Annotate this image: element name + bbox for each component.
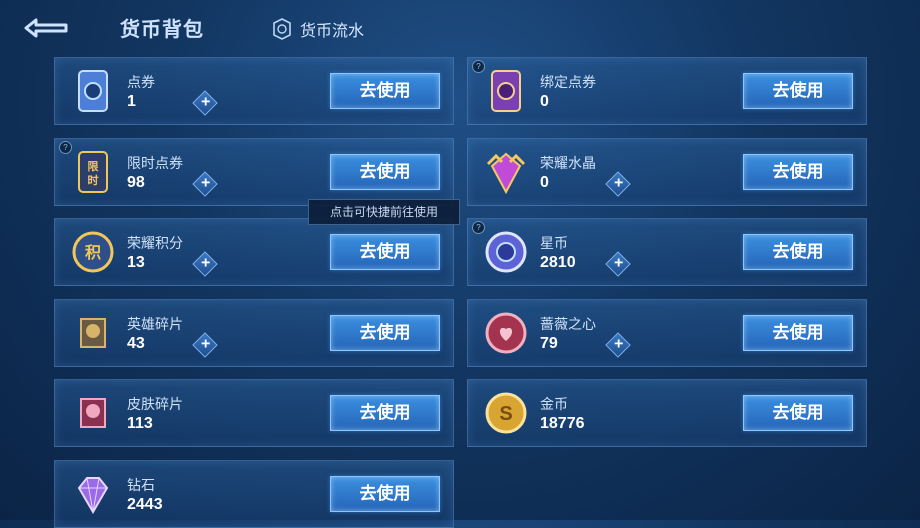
add-button[interactable]: +	[192, 170, 218, 197]
currency-card: ? 绑定点券 0 去使用	[467, 57, 867, 125]
currency-name: 英雄碎片	[127, 315, 183, 332]
currency-name: 金币	[540, 396, 568, 412]
plus-icon: +	[614, 334, 624, 352]
currency-name: 钻石	[127, 476, 155, 493]
currency-card: 钻石 2443 去使用	[54, 459, 454, 528]
plus-icon: +	[614, 173, 624, 191]
currency-card: 英雄碎片 43 + 去使用	[54, 298, 454, 367]
currency-flow-button[interactable]: 货币流水	[272, 17, 364, 41]
currency-card: 皮肤碎片 113 去使用	[54, 379, 454, 447]
currency-count: 79	[540, 334, 558, 352]
currency-card: ? 星币 2810 + 去使用	[467, 218, 867, 286]
currency-flow-label: 货币流水	[300, 23, 365, 40]
use-button[interactable]: 去使用	[743, 73, 853, 109]
currency-card: 积 荣耀积分 13 + 去使用	[54, 218, 454, 286]
currency-count: 2443	[127, 495, 163, 513]
currency-count: 13	[127, 254, 145, 271]
svg-text:限: 限	[88, 159, 99, 173]
svg-text:时: 时	[88, 173, 99, 187]
currency-name: 点券	[127, 74, 155, 90]
use-button[interactable]: 去使用	[743, 314, 853, 351]
currency-name: 蔷薇之心	[540, 315, 596, 332]
glory-crystal-icon	[480, 146, 532, 198]
currency-count: 18776	[540, 415, 585, 432]
currency-name: 荣耀积分	[127, 235, 183, 251]
gold-coin-icon: S	[480, 387, 532, 439]
glory-points-icon: 积	[67, 226, 119, 278]
plus-icon: +	[201, 334, 211, 352]
header: 货币背包 货币流水	[0, 0, 920, 56]
plus-icon: +	[614, 254, 624, 272]
limited-ticket-icon: 限时	[67, 146, 119, 198]
use-button[interactable]: 去使用	[330, 73, 440, 109]
ticket-icon	[67, 65, 119, 117]
rose-heart-icon	[480, 307, 532, 359]
skin-shard-icon	[67, 387, 119, 439]
use-button[interactable]: 去使用	[330, 475, 440, 512]
add-button[interactable]: +	[192, 90, 218, 116]
use-button[interactable]: 去使用	[330, 234, 440, 270]
flow-icon	[273, 18, 291, 40]
currency-name: 荣耀水晶	[540, 154, 596, 171]
svg-text:S: S	[499, 403, 512, 425]
currency-name: 星币	[540, 235, 568, 251]
currency-count: 1	[127, 93, 136, 110]
currency-card: S 金币 18776 去使用	[467, 379, 867, 447]
star-coin-icon	[480, 226, 532, 278]
plus-icon: +	[201, 254, 211, 272]
use-button[interactable]: 去使用	[743, 153, 853, 190]
use-button[interactable]: 去使用	[330, 153, 440, 190]
hero-shard-icon	[67, 307, 119, 359]
diamond-icon	[67, 468, 119, 520]
currency-count: 113	[127, 415, 153, 432]
use-button[interactable]: 去使用	[330, 395, 440, 431]
currency-card: 蔷薇之心 79 + 去使用	[467, 298, 867, 367]
add-button[interactable]: +	[192, 251, 218, 277]
currency-count: 43	[127, 334, 145, 352]
tooltip: 点击可快捷前往使用	[308, 199, 460, 225]
currency-card: 荣耀水晶 0 + 去使用	[467, 137, 867, 206]
currency-name: 限时点券	[127, 154, 183, 171]
currency-count: 0	[540, 173, 549, 191]
svg-text:积: 积	[85, 244, 101, 262]
currency-name: 绑定点券	[540, 74, 596, 90]
use-button[interactable]: 去使用	[743, 395, 853, 431]
plus-icon: +	[201, 93, 211, 111]
add-button[interactable]: +	[192, 331, 218, 358]
currency-count: 2810	[540, 254, 576, 271]
back-button[interactable]	[22, 16, 70, 40]
bound-ticket-icon	[480, 65, 532, 117]
add-button[interactable]: +	[605, 331, 631, 358]
currency-name: 皮肤碎片	[127, 396, 183, 412]
use-button[interactable]: 去使用	[743, 234, 853, 270]
use-button[interactable]: 去使用	[330, 314, 440, 351]
page-title: 货币背包	[120, 19, 204, 41]
plus-icon: +	[201, 173, 211, 191]
currency-count: 0	[540, 93, 549, 110]
currency-card: 点券 1 + 去使用	[54, 57, 454, 125]
add-button[interactable]: +	[605, 170, 631, 197]
currency-card: ? 限时限时点券 98 + 去使用	[54, 137, 454, 206]
add-button[interactable]: +	[605, 251, 631, 277]
currency-count: 98	[127, 173, 145, 191]
